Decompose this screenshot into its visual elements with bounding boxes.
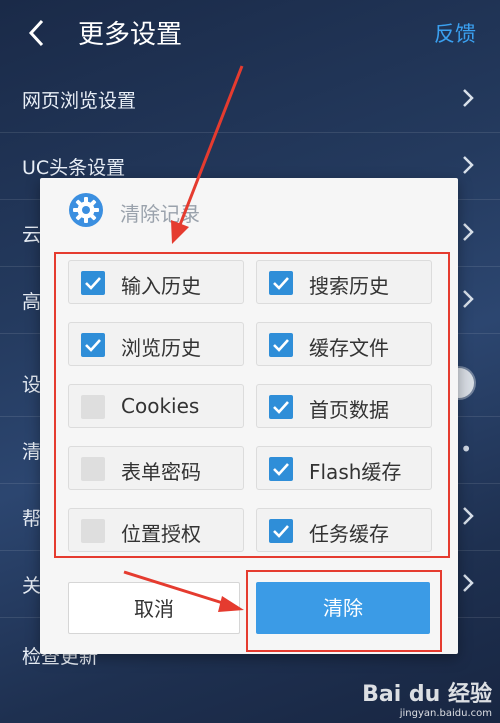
watermark-url: jingyan.baidu.com [399,708,492,719]
baidu-watermark: Bai du 经验 jingyan.baidu.com [362,676,492,719]
settings-row-label: 帮 [22,508,42,530]
chevron-right-icon [463,290,474,308]
app-header: 更多设置 反馈 [0,0,500,66]
settings-row-label: 设 [22,374,42,396]
back-arrow-icon[interactable] [26,18,48,48]
settings-row-label: 高 [22,291,42,313]
settings-row-label: 网页浏览设置 [22,90,137,112]
annotation-clear-box [246,570,442,652]
chevron-right-icon [463,223,474,241]
chevron-right-icon [463,156,474,174]
feedback-button[interactable]: 反馈 [434,18,476,48]
chevron-right-icon [463,507,474,525]
settings-row-browse[interactable]: 网页浏览设置 [0,66,500,133]
settings-row-label: 清 [22,441,42,463]
dialog-title: 清除记录 [120,202,200,226]
chevron-right-icon [463,574,474,592]
chevron-right-icon [463,89,474,107]
settings-row-label: UC头条设置 [22,157,126,179]
cancel-button[interactable]: 取消 [68,582,240,634]
annotation-options-box [54,252,450,558]
gear-icon [69,193,103,227]
settings-row-label: 云 [22,224,42,246]
watermark-logo: Bai du 经验 [362,682,492,707]
page-title: 更多设置 [78,20,183,50]
